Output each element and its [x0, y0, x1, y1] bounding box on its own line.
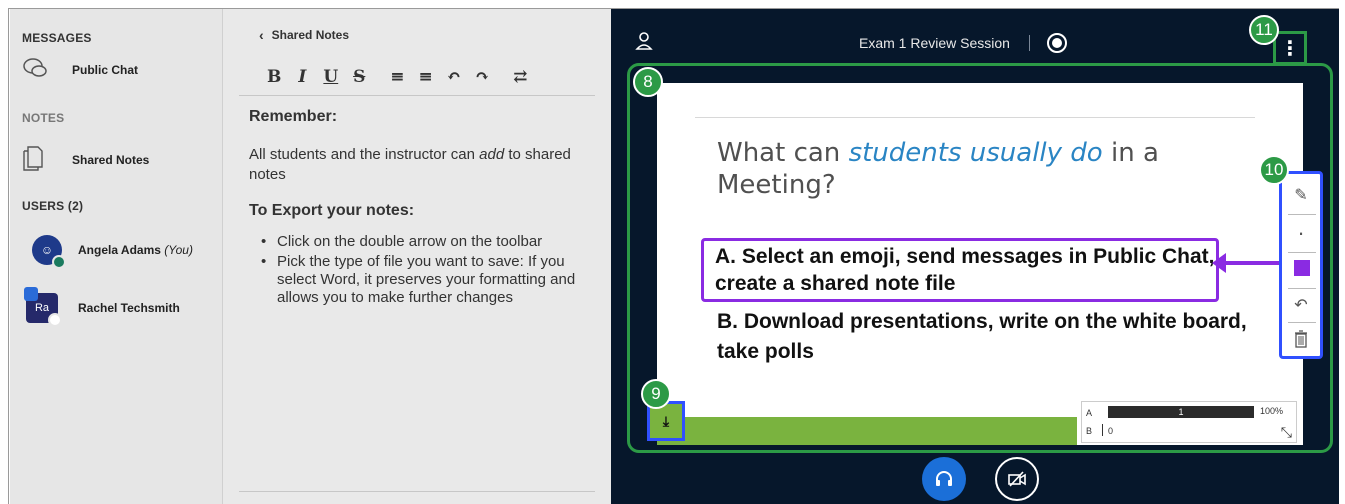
user-name: Angela Adams (You) — [78, 243, 193, 257]
shared-notes-label: Shared Notes — [72, 153, 150, 167]
sidebar-item-public-chat[interactable]: Public Chat — [22, 53, 138, 87]
divider — [239, 95, 595, 96]
status-icon — [48, 313, 62, 327]
list-item: Pick the type of file you want to save: … — [259, 253, 589, 307]
messages-section-title: MESSAGES — [22, 31, 92, 45]
user-name: Rachel Techsmith — [78, 301, 180, 315]
callout-badge-9: 9 — [641, 379, 671, 409]
chat-badge-icon — [24, 287, 38, 301]
user-item-angela[interactable]: ☺ Angela Adams (You) — [22, 233, 193, 269]
export-button[interactable]: ⇄ — [513, 67, 527, 87]
notes-heading: Remember: — [249, 108, 338, 125]
callout-badge-8: 8 — [633, 67, 663, 97]
avatar: ☺ — [32, 235, 66, 269]
strikethrough-button[interactable]: S — [352, 67, 366, 87]
smiley-icon: ☺ — [40, 243, 54, 257]
export-heading: To Export your notes: — [249, 202, 415, 219]
notes-back-button[interactable]: ‹ Shared Notes — [259, 27, 349, 43]
headset-icon — [52, 255, 66, 269]
underline-button[interactable]: U — [323, 67, 338, 87]
bullet-list-button[interactable]: ≡ — [418, 67, 432, 87]
divider — [239, 491, 595, 492]
video-button[interactable] — [995, 457, 1039, 501]
italic-button[interactable]: I — [295, 67, 309, 87]
user-icon[interactable] — [635, 31, 653, 54]
bold-button[interactable]: B — [267, 67, 281, 87]
callout-badge-10: 10 — [1259, 155, 1289, 185]
notes-header-label: Shared Notes — [271, 28, 350, 42]
notes-editor[interactable]: Remember: All students and the instructo… — [249, 107, 589, 309]
notes-toolbar: B I U S ≡ ≡ ↶ ↷ ⇄ — [267, 67, 527, 87]
notes-paragraph: All students and the instructor can add … — [249, 145, 589, 185]
headphones-icon — [936, 471, 952, 486]
divider — [1029, 35, 1030, 51]
presentation-area: Exam 1 Review Session ⋮ What can student… — [611, 9, 1339, 504]
chat-icon — [22, 56, 52, 85]
more-vertical-icon: ⋮ — [1280, 37, 1300, 60]
user-item-rachel[interactable]: Ra Rachel Techsmith — [22, 287, 180, 327]
avatar-initials: Ra — [34, 302, 50, 314]
record-icon[interactable] — [1047, 33, 1067, 53]
callout-badge-11: 11 — [1249, 15, 1279, 45]
paragraph-text: All students and the instructor can — [249, 146, 480, 163]
audio-button[interactable] — [922, 457, 966, 501]
shared-notes-panel: ‹ Shared Notes B I U S ≡ ≡ ↶ ↷ ⇄ Remembe… — [223, 9, 611, 504]
notes-section-title: NOTES — [22, 111, 65, 125]
list-item: Click on the double arrow on the toolbar — [259, 233, 589, 251]
presentation-header: Exam 1 Review Session — [611, 31, 1339, 55]
redo-button[interactable]: ↷ — [475, 67, 489, 87]
notes-bullet-list: Click on the double arrow on the toolbar… — [249, 233, 589, 307]
undo-button[interactable]: ↶ — [447, 67, 461, 87]
avatar: Ra — [24, 287, 62, 327]
sidebar: MESSAGES Public Chat NOTES Shared Notes … — [10, 9, 223, 504]
options-menu-button[interactable]: ⋮ — [1273, 31, 1307, 65]
public-chat-label: Public Chat — [72, 63, 139, 77]
document-icon — [22, 145, 52, 176]
ordered-list-button[interactable]: ≡ — [390, 67, 404, 87]
user-you-tag: (You) — [164, 243, 193, 257]
sidebar-item-shared-notes[interactable]: Shared Notes — [22, 143, 149, 177]
app-window: MESSAGES Public Chat NOTES Shared Notes … — [8, 8, 1339, 504]
paragraph-emphasis: add — [479, 146, 505, 163]
session-title: Exam 1 Review Session — [859, 35, 1010, 51]
chevron-left-icon: ‹ — [259, 27, 264, 43]
user-name-text: Angela Adams — [78, 243, 161, 257]
users-section-title: USERS (2) — [22, 199, 84, 213]
presentation-callout-box — [627, 63, 1333, 453]
camera-off-icon — [1008, 471, 1026, 487]
